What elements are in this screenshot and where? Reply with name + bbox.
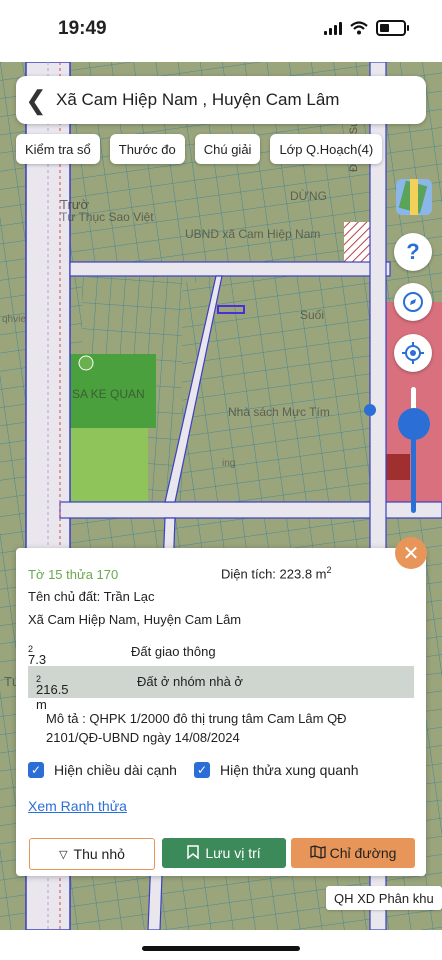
map-icon — [309, 844, 326, 862]
locate-icon[interactable] — [394, 334, 432, 372]
directions-button[interactable]: Chỉ đường — [291, 838, 415, 868]
zoom-slider-handle[interactable] — [398, 408, 430, 440]
map-label: qhvie — [2, 314, 26, 325]
toolbar-chips: Kiểm tra sổ Thước đo Chú giải Lớp Q.Hoạc… — [16, 134, 383, 164]
status-time: 19:49 — [58, 18, 107, 39]
parcel-owner: Tên chủ đất: Trần Lạc — [28, 589, 155, 604]
usage-row: 7.3 m2 Đất giao thông — [28, 636, 414, 682]
bookmark-icon — [187, 844, 200, 862]
map-label: ing — [222, 458, 236, 469]
parcel-id: Tờ 15 thửa 170 — [28, 567, 119, 582]
usage-type: Đất giao thông — [131, 644, 216, 659]
location-header: ❮ Xã Cam Hiệp Nam , Huyện Cam Lâm — [16, 76, 426, 124]
parcel-description: Mô tả : QHPK 1/2000 đô thị trung tâm Cam… — [46, 711, 347, 745]
check-book-chip[interactable]: Kiểm tra sổ — [16, 134, 100, 164]
map-label: Tư Thục Sao Việt — [60, 210, 154, 224]
map-label: DỪNG — [290, 189, 327, 203]
map-label: SA KE QUAN — [72, 387, 145, 401]
parcel-info-panel: Tờ 15 thửa 170 Diện tích: 223.8 m2 Tên c… — [16, 548, 426, 876]
status-bar: 19:49 — [0, 0, 442, 62]
usage-area: 216.5 m2 — [36, 674, 69, 712]
home-indicator[interactable] — [142, 946, 300, 951]
measure-chip[interactable]: Thước đo — [109, 134, 185, 164]
battery-icon — [376, 20, 409, 36]
compass-icon[interactable] — [394, 283, 432, 321]
zoom-slider-track[interactable] — [411, 387, 416, 513]
minimize-button[interactable]: ▽ Thu nhỏ — [29, 838, 155, 870]
show-edge-length-checkbox[interactable]: ✓ Hiện chiều dài cạnh — [28, 762, 177, 778]
back-arrow-icon[interactable]: ❮ — [16, 76, 56, 124]
legend-chip[interactable]: Chú giải — [194, 134, 261, 164]
save-location-button[interactable]: Lưu vị trí — [162, 838, 286, 868]
signal-icon — [324, 21, 342, 35]
layer-thumbnail-icon[interactable] — [396, 179, 432, 215]
location-title: Xã Cam Hiệp Nam , Huyện Cam Lâm — [56, 90, 340, 109]
planning-zone-tag: QH XD Phân khu — [326, 886, 442, 910]
view-boundary-link[interactable]: Xem Ranh thửa — [28, 798, 127, 814]
wifi-icon — [350, 21, 368, 35]
planning-layer-chip[interactable]: Lớp Q.Hoạch(4) — [270, 134, 383, 164]
checkmark-icon: ✓ — [194, 762, 210, 778]
usage-type: Đất ở nhóm nhà ở — [137, 674, 243, 689]
map-label: UBND xã Cam Hiệp Nam — [185, 227, 321, 241]
usage-row-highlighted: 216.5 m2 Đất ở nhóm nhà ở — [28, 666, 414, 712]
show-neighbors-checkbox[interactable]: ✓ Hiện thửa xung quanh — [194, 762, 359, 778]
parcel-area: Diện tích: 223.8 m2 — [221, 565, 332, 582]
checkmark-icon: ✓ — [28, 762, 44, 778]
close-icon[interactable]: ✕ — [395, 537, 427, 569]
help-icon[interactable]: ? — [394, 233, 432, 271]
map-label: Suối — [300, 308, 325, 322]
parcel-address: Xã Cam Hiệp Nam, Huyện Cam Lâm — [28, 612, 242, 627]
chevron-down-icon: ▽ — [59, 848, 68, 861]
green-zone — [66, 428, 148, 504]
map-label: Nhà sách Mực Tím — [228, 405, 330, 419]
usage-area: 7.3 m2 — [28, 644, 47, 682]
